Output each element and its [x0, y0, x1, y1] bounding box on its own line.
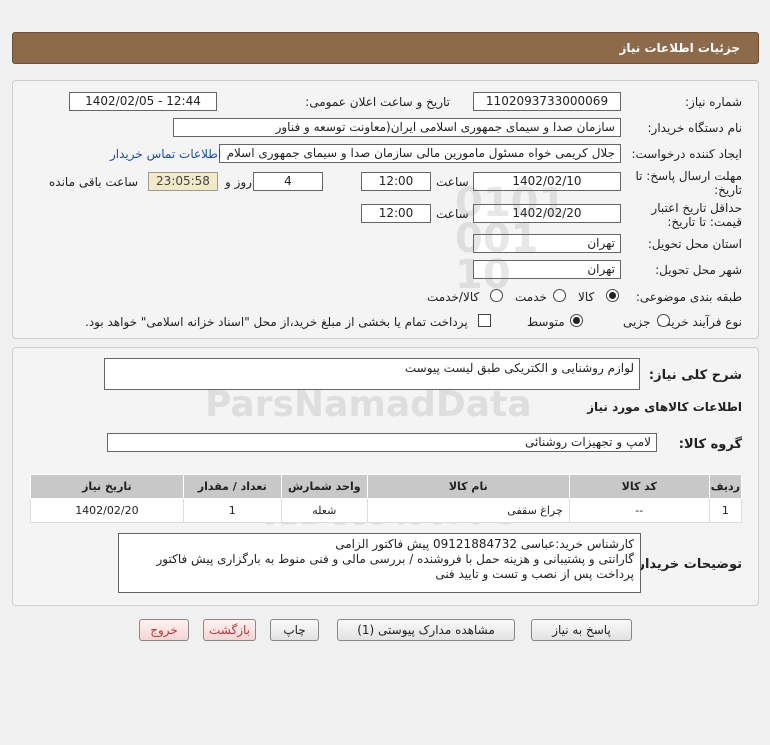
- table-row: 1 -- چراغ سقفی شعله 1 1402/02/20: [30, 498, 743, 523]
- print-button[interactable]: چاپ: [270, 619, 319, 641]
- summary-field: لوازم روشنایی و الکتریکی طبق لیست پیوست: [104, 358, 640, 390]
- process-option-minor: جزیی: [623, 315, 651, 329]
- col-need-date: تاریخ نیاز: [30, 474, 184, 499]
- creator-label: ایجاد کننده درخواست:: [631, 147, 742, 161]
- deadline-time-label: ساعت: [436, 175, 469, 189]
- process-option-medium: متوسط: [527, 315, 565, 329]
- cell-code: --: [568, 498, 710, 523]
- buyer-notes-label: توضیحات خریدار:: [632, 557, 742, 572]
- remaining-time-label: ساعت باقی مانده: [49, 175, 139, 189]
- buyer-notes-field: کارشناس خرید:عباسی 09121884732 پیش فاکتو…: [118, 533, 641, 593]
- page-header: جزئیات اطلاعات نیاز: [12, 32, 759, 64]
- category-option-goods-service: کالا/خدمت: [427, 290, 480, 304]
- deadline-label: مهلت ارسال پاسخ: تا: [635, 169, 742, 183]
- page-title: جزئیات اطلاعات نیاز: [619, 41, 740, 55]
- province-field: تهران: [473, 234, 621, 253]
- treasury-payment-note: پرداخت تمام یا بخشی از مبلغ خرید،از محل …: [85, 315, 468, 329]
- goods-group-label: گروه کالا:: [678, 437, 742, 452]
- category-radio-goods-service[interactable]: [490, 289, 503, 302]
- days-label: روز و: [225, 175, 252, 189]
- buyer-notes-line: گارانتی و پشتیبانی و هزینه حمل با فروشند…: [156, 552, 635, 566]
- buyer-notes-line: کارشناس خرید:عباسی 09121884732 پیش فاکتو…: [335, 537, 634, 551]
- goods-table-header: ردیف کد کالا نام کالا واحد شمارش تعداد /…: [30, 474, 743, 499]
- cell-need-date: 1402/02/20: [30, 498, 184, 523]
- category-option-goods: کالا: [578, 290, 595, 304]
- cell-name: چراغ سقفی: [366, 498, 570, 523]
- col-name: نام کالا: [366, 474, 570, 499]
- need-number-field: 1102093733000069: [473, 92, 621, 111]
- announce-datetime-label: تاریخ و ساعت اعلان عمومی:: [305, 95, 450, 109]
- buyer-org-field: سازمان صدا و سیمای جمهوری اسلامی ایران(م…: [173, 118, 621, 137]
- buyer-org-label: نام دستگاه خریدار:: [647, 121, 743, 135]
- deadline-label-date: تاریخ:: [714, 183, 742, 197]
- treasury-payment-checkbox[interactable]: [478, 314, 491, 327]
- goods-group-field: لامپ و تجهیزات روشنائی: [107, 433, 657, 452]
- announce-datetime-field: 1402/02/05 - 12:44: [69, 92, 217, 111]
- category-label: طبقه بندی موضوعی:: [635, 290, 742, 304]
- deadline-time-field: 12:00: [361, 172, 431, 191]
- col-row: ردیف: [708, 474, 743, 499]
- goods-section-title: اطلاعات کالاهای مورد نیاز: [587, 400, 742, 414]
- exit-button[interactable]: خروج: [139, 619, 189, 641]
- creator-field: جلال کریمی خواه مسئول مامورین مالی سازما…: [219, 144, 621, 163]
- remaining-time-field: 23:05:58: [148, 172, 218, 191]
- reply-button[interactable]: پاسخ به نیاز: [531, 619, 632, 641]
- col-unit: واحد شمارش: [280, 474, 368, 499]
- validity-date-field: 1402/02/20: [473, 204, 621, 223]
- cell-unit: شعله: [280, 498, 368, 523]
- view-attachments-button[interactable]: مشاهده مدارک پیوستی (1): [337, 619, 515, 641]
- cell-quantity: 1: [182, 498, 282, 523]
- process-type-label: نوع فرآیند خرید :: [657, 315, 742, 329]
- col-code: کد کالا: [568, 474, 710, 499]
- validity-label: حداقل تاریخ اعتبار: [651, 201, 742, 215]
- days-remaining-field: 4: [253, 172, 323, 191]
- city-label: شهر محل تحویل:: [655, 263, 742, 277]
- process-radio-minor[interactable]: [657, 314, 670, 327]
- back-button[interactable]: بازگشت: [203, 619, 256, 641]
- validity-time-field: 12:00: [361, 204, 431, 223]
- need-number-label: شماره نیاز:: [685, 95, 742, 109]
- buyer-contact-link[interactable]: اطلاعات تماس خریدار: [110, 147, 221, 161]
- category-option-service: خدمت: [515, 290, 547, 304]
- cell-row: 1: [708, 498, 743, 523]
- validity-time-label: ساعت: [436, 207, 469, 221]
- summary-label: شرح کلی نیاز:: [648, 368, 742, 383]
- deadline-date-field: 1402/02/10: [473, 172, 621, 191]
- goods-table: ردیف کد کالا نام کالا واحد شمارش تعداد /…: [30, 474, 743, 523]
- col-quantity: تعداد / مقدار: [182, 474, 282, 499]
- process-radio-medium[interactable]: [570, 314, 583, 327]
- province-label: استان محل تحویل:: [647, 237, 742, 251]
- validity-label-date: قیمت: تا تاریخ:: [667, 215, 742, 229]
- city-field: تهران: [473, 260, 621, 279]
- category-radio-goods[interactable]: [606, 289, 619, 302]
- buyer-notes-line: پرداخت پس از نصب و تست و تایید فنی: [435, 567, 634, 581]
- category-radio-service[interactable]: [553, 289, 566, 302]
